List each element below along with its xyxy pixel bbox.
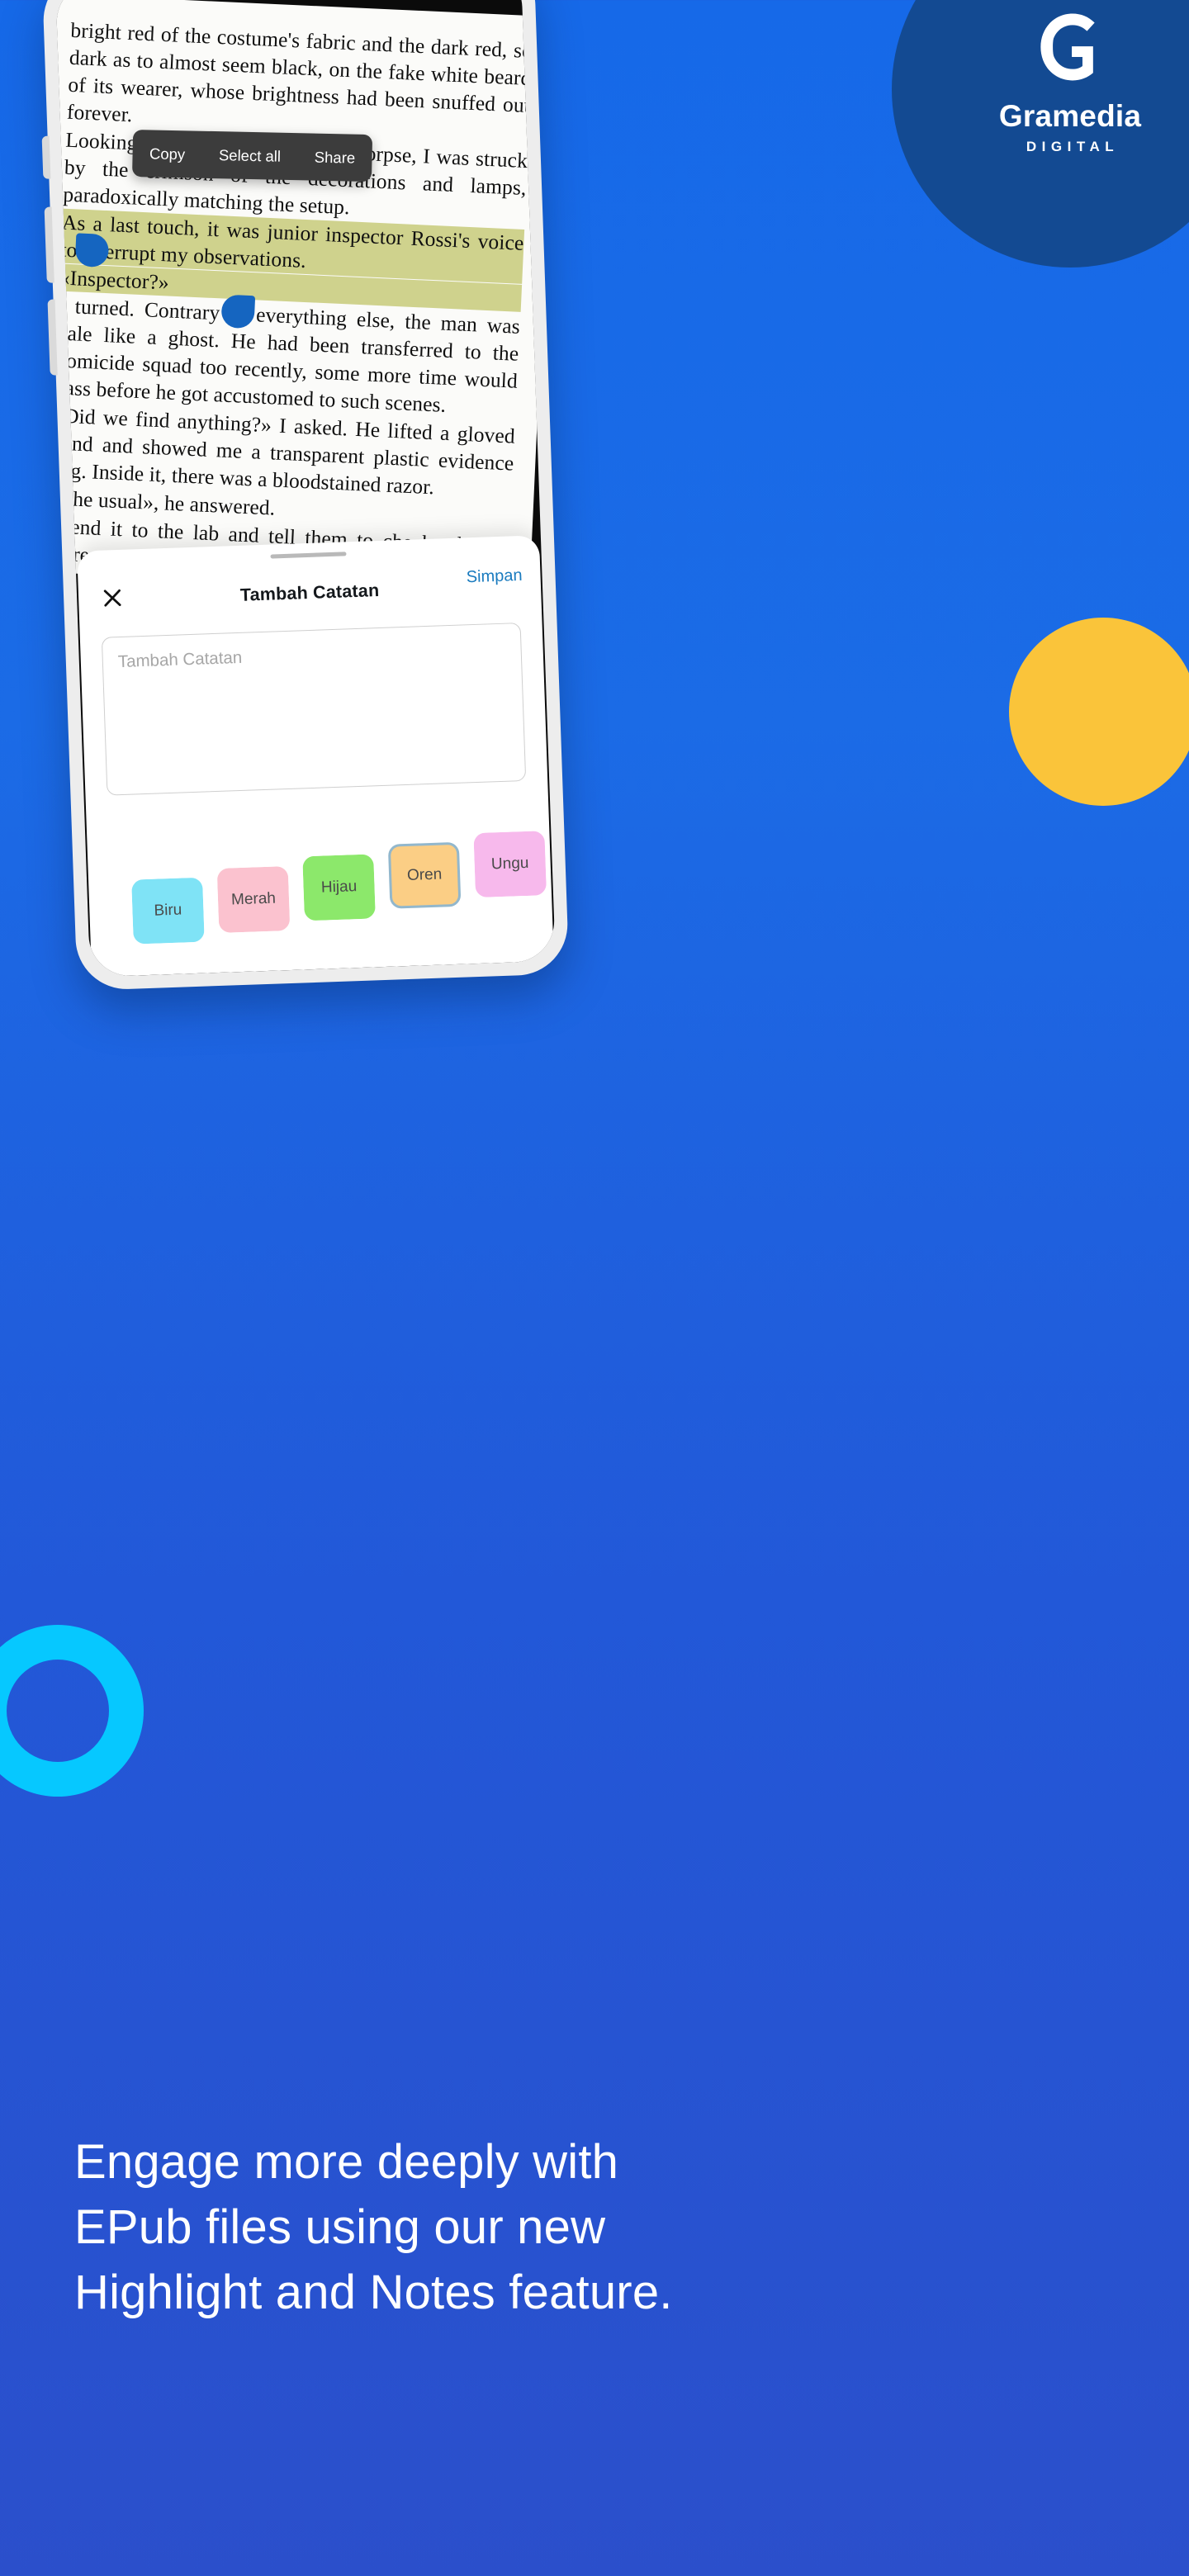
decorative-cyan-ring: [0, 1625, 144, 1797]
note-input[interactable]: [117, 638, 510, 779]
phone-volume-down-button: [47, 299, 58, 376]
color-chip-oren[interactable]: Oren: [387, 841, 462, 909]
caption-line-1: Engage more deeply with: [74, 2135, 619, 2189]
highlight-color-chip-row: Biru Merah Hijau Oren Ungu: [87, 824, 553, 955]
ebook-reader-page[interactable]: bright red of the costume's fabric and t…: [55, 0, 556, 602]
caption-line-3: Highlight and Notes feature.: [74, 2265, 673, 2319]
promo-caption: Engage more deeply with EPub files using…: [74, 2130, 1115, 2326]
reader-paragraph: I turned. Contrary to everything else, t…: [55, 293, 521, 418]
phone-volume-up-button: [44, 206, 54, 283]
color-chip-ungu[interactable]: Ungu: [473, 831, 547, 898]
phone-silent-switch: [41, 135, 51, 179]
phone-screen: bright red of the costume's fabric and t…: [55, 0, 556, 978]
text-selection-context-menu[interactable]: Copy Select all Share: [132, 129, 373, 182]
context-menu-item-share[interactable]: Share: [313, 148, 358, 167]
add-note-bottom-sheet: Tambah Catatan Simpan Biru Merah Hijau O…: [77, 535, 554, 978]
bottom-sheet-drag-handle[interactable]: [270, 552, 347, 559]
save-note-button[interactable]: Simpan: [466, 566, 523, 587]
gramedia-g-icon: [1035, 9, 1111, 89]
decorative-yellow-circle: [1009, 618, 1189, 806]
color-chip-merah[interactable]: Merah: [216, 866, 291, 933]
brand-name: Gramedia: [998, 98, 1142, 133]
gramedia-logo-badge: Gramedia DIGITAL: [892, 0, 1189, 268]
color-chip-biru[interactable]: Biru: [131, 877, 205, 945]
reader-paragraph: bright red of the costume's fabric and t…: [66, 17, 533, 127]
brand-subtitle: DIGITAL: [1026, 138, 1120, 154]
context-menu-item-copy[interactable]: Copy: [148, 144, 187, 163]
bottom-sheet-header: Tambah Catatan Simpan: [78, 559, 542, 627]
context-menu-item-select-all[interactable]: Select all: [217, 146, 283, 166]
note-input-container[interactable]: [101, 623, 527, 796]
caption-line-2: EPub files using our new: [74, 2200, 606, 2254]
color-chip-hijau[interactable]: Hijau: [302, 854, 376, 921]
phone-mockup: bright red of the costume's fabric and t…: [41, 0, 570, 992]
ebook-body-text[interactable]: bright red of the costume's fabric and t…: [55, 17, 533, 616]
close-icon[interactable]: [98, 584, 127, 613]
